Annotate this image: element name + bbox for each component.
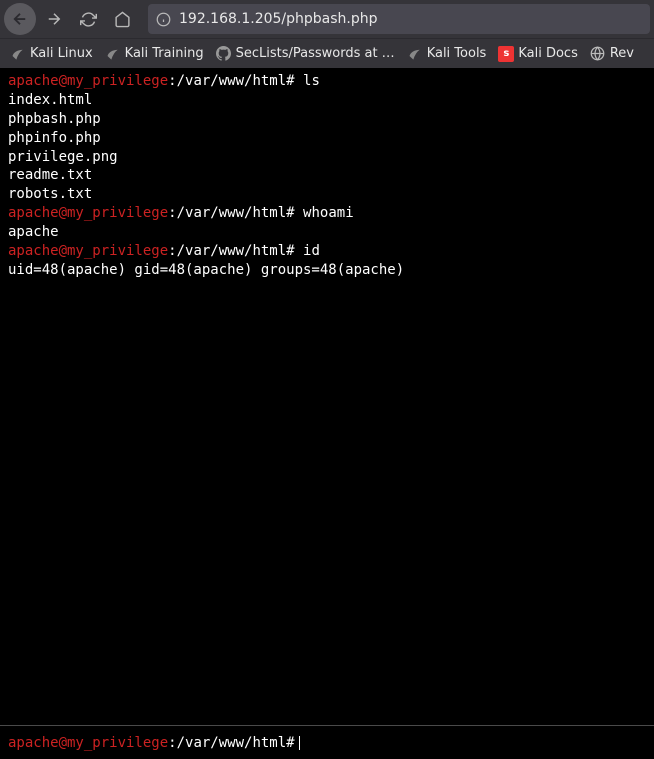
prompt-hash: # <box>286 73 294 89</box>
output-line: robots.txt <box>8 185 646 204</box>
bookmark-kali-training[interactable]: Kali Training <box>101 44 208 64</box>
prompt-line: apache@my_privilege:/var/www/html# whoam… <box>8 204 646 223</box>
output-line: uid=48(apache) gid=48(apache) groups=48(… <box>8 261 646 280</box>
bookmark-label: Kali Linux <box>30 46 93 61</box>
command-text: whoami <box>303 205 354 221</box>
kali-icon <box>10 46 26 62</box>
bookmark-kali-linux[interactable]: Kali Linux <box>6 44 97 64</box>
kali-icon <box>407 46 423 62</box>
output-line: phpbash.php <box>8 110 646 129</box>
back-button[interactable] <box>4 3 36 35</box>
docs-icon: s <box>498 46 514 62</box>
output-line: privilege.png <box>8 148 646 167</box>
bookmark-kali-docs[interactable]: s Kali Docs <box>494 44 582 64</box>
forward-button[interactable] <box>40 5 68 33</box>
kali-icon <box>105 46 121 62</box>
browser-toolbar: 192.168.1.205/phpbash.php <box>0 0 654 38</box>
output-line: apache <box>8 223 646 242</box>
bookmark-seclists[interactable]: SecLists/Passwords at … <box>212 44 399 64</box>
prompt-separator: : <box>168 73 176 89</box>
command-text: id <box>303 243 320 259</box>
output-line: phpinfo.php <box>8 129 646 148</box>
url-bar[interactable]: 192.168.1.205/phpbash.php <box>148 4 650 34</box>
home-button[interactable] <box>108 5 136 33</box>
prompt-path: /var/www/html <box>177 205 287 221</box>
terminal-input-line[interactable]: apache@my_privilege:/var/www/html# <box>0 725 654 759</box>
prompt-separator: : <box>168 243 176 259</box>
github-icon <box>216 46 232 62</box>
prompt-line: apache@my_privilege:/var/www/html# ls <box>8 72 646 91</box>
prompt-separator: : <box>168 205 176 221</box>
prompt-user-host: apache@my_privilege <box>8 205 168 221</box>
prompt-path: /var/www/html <box>177 243 287 259</box>
bookmark-label: SecLists/Passwords at … <box>236 46 395 61</box>
prompt-hash: # <box>286 243 294 259</box>
prompt-line: apache@my_privilege:/var/www/html# id <box>8 242 646 261</box>
prompt-path: /var/www/html <box>177 73 287 89</box>
bookmarks-bar: Kali Linux Kali Training SecLists/Passwo… <box>0 38 654 68</box>
prompt-hash: # <box>286 205 294 221</box>
prompt-hash: # <box>286 735 294 751</box>
prompt-user-host: apache@my_privilege <box>8 73 168 89</box>
bookmark-kali-tools[interactable]: Kali Tools <box>403 44 491 64</box>
bookmark-rev[interactable]: Rev <box>586 44 638 64</box>
prompt-path: /var/www/html <box>177 735 287 751</box>
prompt-user-host: apache@my_privilege <box>8 243 168 259</box>
refresh-button[interactable] <box>74 5 102 33</box>
bookmark-label: Kali Tools <box>427 46 487 61</box>
globe-icon <box>590 46 606 62</box>
bookmark-label: Kali Docs <box>518 46 578 61</box>
bookmark-label: Rev <box>610 46 634 61</box>
cursor <box>299 736 300 750</box>
url-text: 192.168.1.205/phpbash.php <box>179 11 378 27</box>
command-text: ls <box>303 73 320 89</box>
bookmark-label: Kali Training <box>125 46 204 61</box>
output-line: index.html <box>8 91 646 110</box>
output-line: readme.txt <box>8 166 646 185</box>
prompt-user-host: apache@my_privilege <box>8 735 168 751</box>
terminal-output: apache@my_privilege:/var/www/html# ls in… <box>0 68 654 725</box>
prompt-separator: : <box>168 735 176 751</box>
info-icon <box>156 12 171 27</box>
